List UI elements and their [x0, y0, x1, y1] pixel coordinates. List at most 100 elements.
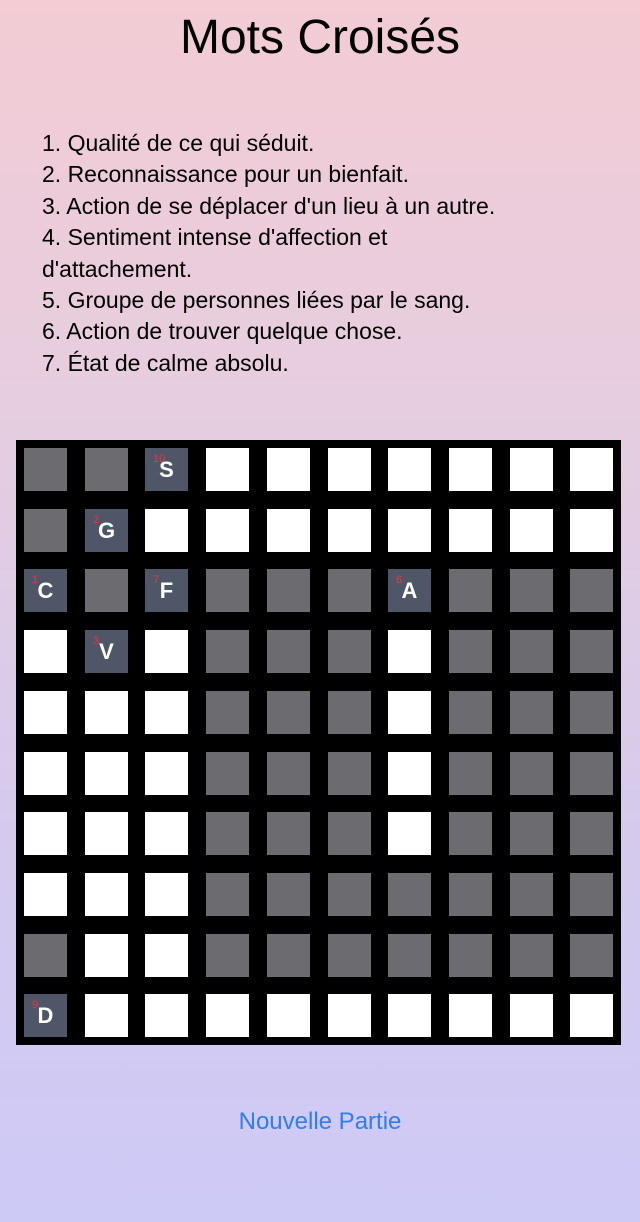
given-cell: 7F — [145, 569, 188, 612]
cell-letter: C — [37, 578, 54, 603]
blocked-cell — [206, 812, 249, 855]
blocked-cell — [510, 873, 553, 916]
clue-item: 6. Action de trouver quelque chose. — [42, 318, 403, 345]
blocked-cell — [328, 569, 371, 612]
empty-cell[interactable] — [449, 994, 492, 1037]
empty-cell[interactable] — [145, 752, 188, 795]
empty-cell[interactable] — [388, 509, 431, 552]
crossword-grid: 10 S 2 G 1 C 7 F 6 A 3 V 9 D — [16, 440, 621, 1045]
empty-cell[interactable] — [145, 509, 188, 552]
clue-item: 1. Qualité de ce qui séduit. — [42, 130, 315, 156]
cell-letter: G — [97, 518, 116, 543]
blocked-cell — [24, 448, 67, 491]
empty-cell[interactable] — [206, 509, 249, 552]
empty-cell[interactable] — [145, 630, 188, 673]
clue-item: d'attachement. — [42, 255, 193, 282]
empty-cell[interactable] — [24, 630, 67, 673]
clue-item: 7. État de calme absolu. — [42, 349, 289, 376]
blocked-cell — [328, 873, 371, 916]
empty-cell[interactable] — [570, 994, 613, 1037]
empty-cell[interactable] — [388, 994, 431, 1037]
blocked-cell — [267, 812, 310, 855]
new-game-button[interactable]: Nouvelle Partie — [0, 1106, 640, 1138]
empty-cell[interactable] — [24, 752, 67, 795]
empty-cell[interactable] — [388, 752, 431, 795]
cell-letter: D — [37, 1003, 54, 1028]
empty-cell[interactable] — [510, 509, 553, 552]
blocked-cell — [449, 752, 492, 795]
given-cell: 1C — [24, 569, 67, 612]
blocked-cell — [388, 934, 431, 977]
empty-cell[interactable] — [145, 934, 188, 977]
blocked-cell — [449, 934, 492, 977]
blocked-cell — [206, 630, 249, 673]
blocked-cell — [85, 569, 128, 612]
cell-letter: V — [99, 639, 114, 664]
empty-cell[interactable] — [24, 812, 67, 855]
empty-cell[interactable] — [145, 994, 188, 1037]
empty-cell[interactable] — [24, 691, 67, 734]
blocked-cell — [206, 691, 249, 734]
blocked-cell — [388, 873, 431, 916]
blocked-cell — [267, 630, 310, 673]
blocked-cell — [449, 691, 492, 734]
empty-cell[interactable] — [328, 448, 371, 491]
empty-cell[interactable] — [206, 994, 249, 1037]
cell-letter: A — [401, 578, 418, 603]
empty-cell[interactable] — [206, 448, 249, 491]
empty-cell[interactable] — [85, 873, 128, 916]
blocked-cell — [267, 691, 310, 734]
empty-cell[interactable] — [570, 448, 613, 491]
empty-cell[interactable] — [85, 752, 128, 795]
blocked-cell — [449, 569, 492, 612]
empty-cell[interactable] — [85, 812, 128, 855]
empty-cell[interactable] — [388, 630, 431, 673]
empty-cell[interactable] — [510, 994, 553, 1037]
empty-cell[interactable] — [388, 691, 431, 734]
empty-cell[interactable] — [267, 448, 310, 491]
empty-cell[interactable] — [145, 873, 188, 916]
blocked-cell — [449, 630, 492, 673]
blocked-cell — [510, 812, 553, 855]
empty-cell[interactable] — [267, 994, 310, 1037]
blocked-cell — [510, 630, 553, 673]
empty-cell[interactable] — [328, 509, 371, 552]
clue-item: 4. Sentiment intense d'affection et — [42, 224, 388, 251]
blocked-cell — [267, 752, 310, 795]
empty-cell[interactable] — [85, 691, 128, 734]
blocked-cell — [570, 691, 613, 734]
given-cell: 9D — [24, 994, 67, 1037]
blocked-cell — [328, 752, 371, 795]
empty-cell[interactable] — [145, 812, 188, 855]
blocked-cell — [328, 691, 371, 734]
blocked-cell — [570, 873, 613, 916]
empty-cell[interactable] — [449, 448, 492, 491]
blocked-cell — [206, 873, 249, 916]
blocked-cell — [570, 812, 613, 855]
blocked-cell — [510, 752, 553, 795]
empty-cell[interactable] — [267, 509, 310, 552]
empty-cell[interactable] — [85, 994, 128, 1037]
given-cell: 10 S — [145, 448, 188, 491]
empty-cell[interactable] — [449, 509, 492, 552]
empty-cell[interactable] — [388, 812, 431, 855]
given-cell: 2G — [85, 509, 128, 552]
clue-item: 3. Action de se déplacer d'un lieu à un … — [42, 192, 496, 219]
blocked-cell — [206, 934, 249, 977]
empty-cell[interactable] — [328, 994, 371, 1037]
empty-cell[interactable] — [24, 873, 67, 916]
empty-cell[interactable] — [570, 509, 613, 552]
cell-letter: F — [159, 578, 174, 603]
blocked-cell — [267, 934, 310, 977]
empty-cell[interactable] — [510, 448, 553, 491]
blocked-cell — [328, 812, 371, 855]
blocked-cell — [510, 934, 553, 977]
cell-letter: S — [159, 457, 174, 482]
blocked-cell — [267, 569, 310, 612]
clue-item: 2. Reconnaissance pour un bienfait. — [42, 161, 409, 188]
empty-cell[interactable] — [145, 691, 188, 734]
empty-cell[interactable] — [388, 448, 431, 491]
blocked-cell — [570, 630, 613, 673]
page-title: Mots Croisés — [179, 11, 461, 64]
empty-cell[interactable] — [85, 934, 128, 977]
